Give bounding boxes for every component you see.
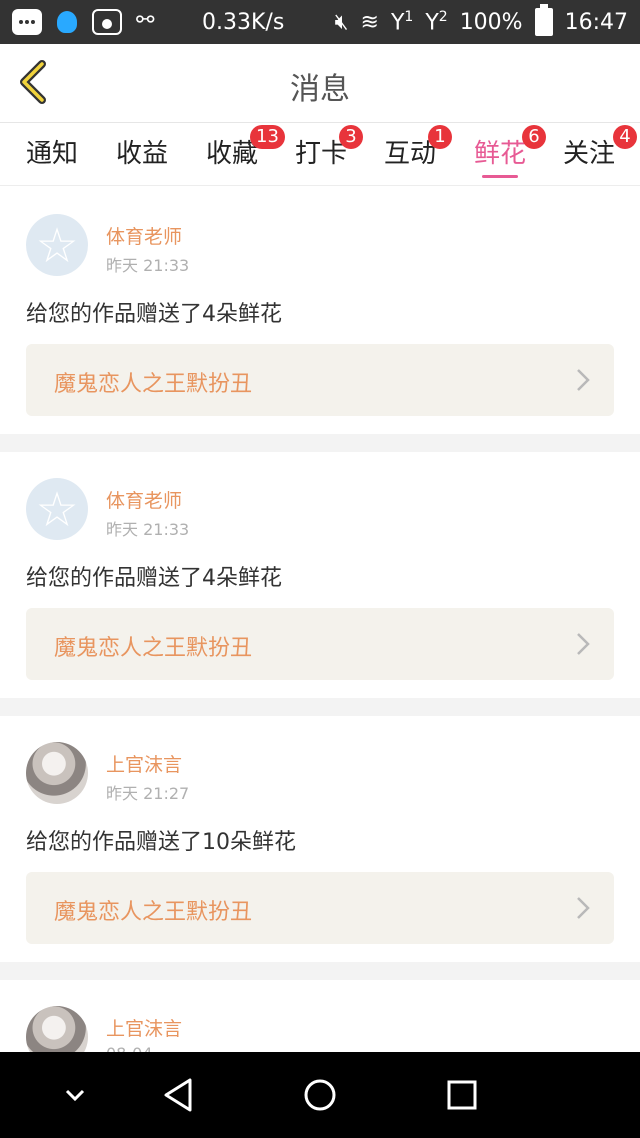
tab-label: 收益: [116, 139, 169, 169]
message-list[interactable]: 体育老师 昨天 21:33 给您的作品赠送了4朵鲜花 魔鬼恋人之王默扮丑 体育老…: [0, 186, 640, 1052]
chevron-right-icon: [577, 897, 590, 919]
badge-count: 4: [613, 125, 637, 149]
message-card: 上官沫言 08-04: [0, 980, 640, 1052]
nav-back-button[interactable]: [156, 1072, 202, 1118]
recents-button[interactable]: [439, 1072, 485, 1118]
badge-count: 3: [339, 125, 363, 149]
signal-icon: Y2: [425, 8, 448, 36]
message-card: 体育老师 昨天 21:33 给您的作品赠送了4朵鲜花 魔鬼恋人之王默扮丑: [0, 186, 640, 434]
tab-checkin[interactable]: 打卡 3: [295, 125, 363, 185]
link-icon: [134, 8, 154, 35]
badge-count: 1: [428, 125, 452, 149]
sender-name[interactable]: 体育老师: [106, 222, 182, 249]
chevron-right-icon: [577, 633, 590, 655]
active-tab-indicator: [482, 175, 519, 178]
message-text: 给您的作品赠送了4朵鲜花: [26, 566, 282, 591]
work-title: 魔鬼恋人之王默扮丑: [54, 372, 253, 397]
message-time: 08-04: [106, 1044, 153, 1052]
message-text: 给您的作品赠送了4朵鲜花: [26, 302, 282, 327]
message-card: 上官沫言 昨天 21:27 给您的作品赠送了10朵鲜花 魔鬼恋人之王默扮丑: [0, 716, 640, 962]
message-card: 体育老师 昨天 21:33 给您的作品赠送了4朵鲜花 魔鬼恋人之王默扮丑: [0, 452, 640, 698]
chat-bubble-icon: [12, 9, 42, 35]
work-link[interactable]: 魔鬼恋人之王默扮丑: [26, 608, 614, 680]
signal-icon: Y1: [390, 8, 414, 36]
avatar[interactable]: [26, 478, 88, 540]
tab-flowers[interactable]: 鲜花 6: [474, 125, 546, 185]
tab-follows[interactable]: 关注 4: [563, 125, 637, 185]
tab-notifications[interactable]: 通知: [26, 133, 78, 185]
qq-icon: [54, 9, 80, 35]
mute-icon: 🔇︎: [334, 9, 349, 35]
battery-level: 100%: [459, 9, 523, 35]
work-title: 魔鬼恋人之王默扮丑: [54, 636, 253, 661]
baidu-paw-icon: [92, 9, 122, 35]
message-time: 昨天 21:33: [106, 520, 190, 539]
page-title: 消息: [290, 72, 350, 107]
work-link[interactable]: 魔鬼恋人之王默扮丑: [26, 344, 614, 416]
sim1-label: 1: [404, 8, 414, 25]
chevron-right-icon: [577, 369, 590, 391]
header: 消息: [0, 44, 640, 122]
status-bar: 0.33K/s 🔇︎ ≋ Y1 Y2 100% 16:47: [0, 0, 640, 44]
avatar[interactable]: [26, 1006, 88, 1052]
recents-square-icon: [447, 1080, 477, 1110]
message-time: 昨天 21:33: [106, 256, 190, 275]
tab-bar: 通知 收益 收藏 13 打卡 3 互动 1 鲜花 6 关注 4: [0, 122, 640, 186]
sender-name[interactable]: 体育老师: [106, 486, 182, 513]
navigation-bar: [0, 1052, 640, 1138]
collapse-chevron-icon: [65, 1089, 85, 1102]
work-title: 魔鬼恋人之王默扮丑: [54, 900, 253, 925]
tab-label: 关注: [563, 139, 616, 169]
message-text: 给您的作品赠送了10朵鲜花: [26, 830, 296, 855]
badge-count: 13: [250, 125, 285, 149]
battery-icon: [534, 4, 553, 36]
collapse-button[interactable]: [52, 1072, 98, 1118]
work-link[interactable]: 魔鬼恋人之王默扮丑: [26, 872, 614, 944]
back-triangle-icon: [164, 1078, 192, 1112]
wifi-icon: ≋: [360, 9, 379, 35]
home-button[interactable]: [297, 1072, 343, 1118]
clock: 16:47: [564, 9, 628, 35]
avatar[interactable]: [26, 214, 88, 276]
message-time: 昨天 21:27: [106, 784, 190, 803]
tab-interactions[interactable]: 互动 1: [384, 125, 452, 185]
sender-name[interactable]: 上官沫言: [106, 1014, 182, 1041]
sender-name[interactable]: 上官沫言: [106, 750, 182, 777]
sim2-label: 2: [438, 8, 448, 25]
avatar[interactable]: [26, 742, 88, 804]
home-circle-icon: [304, 1079, 336, 1111]
tab-label: 鲜花: [474, 139, 527, 169]
network-speed: 0.33K/s: [202, 9, 285, 35]
tab-earnings[interactable]: 收益: [116, 133, 168, 185]
badge-count: 6: [522, 125, 546, 149]
tab-favorites[interactable]: 收藏 13: [206, 125, 285, 185]
tab-label: 通知: [26, 139, 79, 169]
